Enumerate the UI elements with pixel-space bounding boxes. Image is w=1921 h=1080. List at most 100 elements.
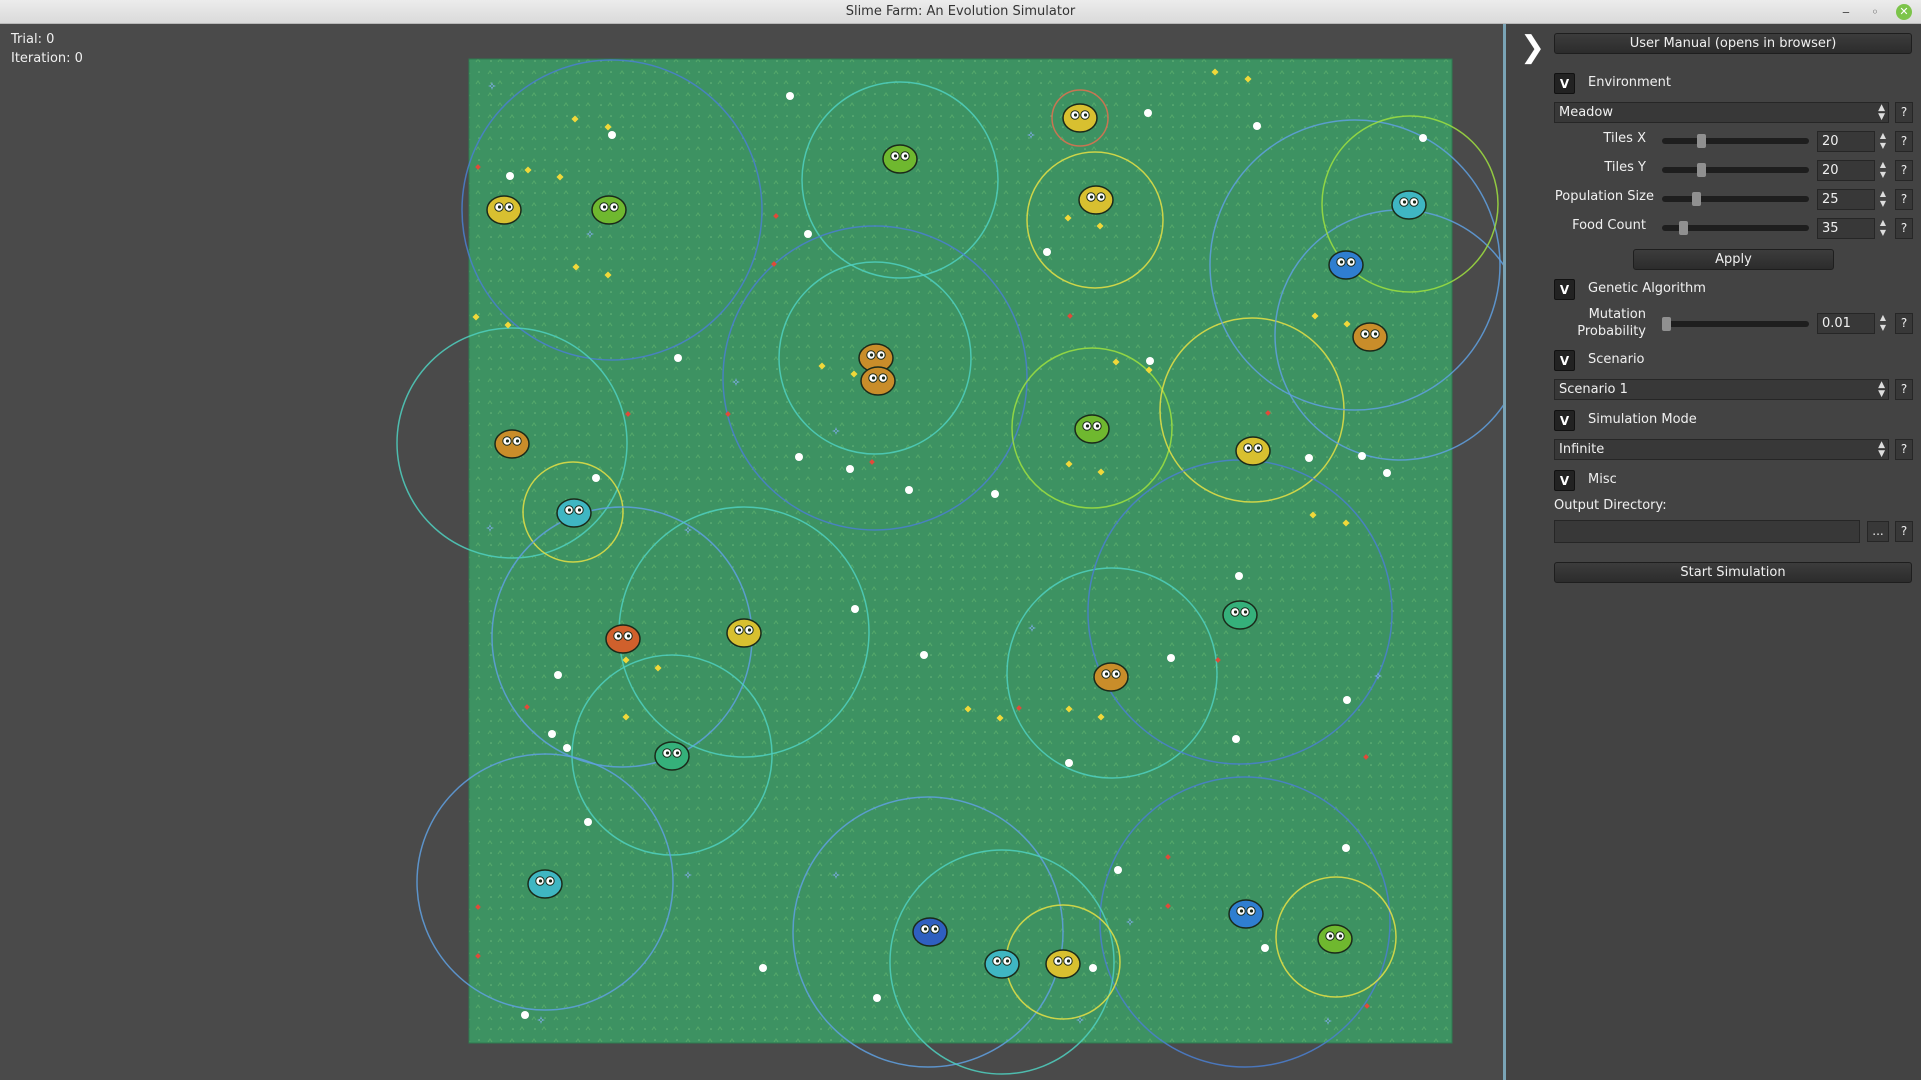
slime-creature [1074, 414, 1110, 444]
scenario-help-button[interactable]: ? [1895, 379, 1913, 400]
output-directory-help-button[interactable]: ? [1895, 521, 1913, 542]
slime-pupil-left [1239, 909, 1244, 913]
close-button[interactable]: ✕ [1896, 4, 1912, 20]
simulation-mode-select[interactable]: Infinite ▲ ▼ [1554, 439, 1889, 460]
scenario-section-toggle[interactable]: V [1554, 350, 1575, 371]
mutation-probability-slider[interactable] [1662, 317, 1809, 331]
tiles-y-slider-handle[interactable] [1697, 163, 1706, 177]
food-pellet [563, 744, 571, 752]
slime-body [882, 144, 918, 174]
mutation-probability-help-button[interactable]: ? [1895, 313, 1913, 334]
food-pellet [1383, 469, 1391, 477]
slime-body [527, 869, 563, 899]
slime-pupil-left [505, 439, 510, 443]
select-arrows-icon: ▲ ▼ [1878, 380, 1885, 399]
food-count-stepper-icon[interactable]: ▲ ▼ [1877, 218, 1889, 239]
population-size-slider[interactable] [1662, 192, 1809, 206]
food-count-slider-handle[interactable] [1679, 221, 1688, 235]
mutation-probability-spinbox[interactable]: 0.01 [1817, 313, 1875, 334]
tiles-x-spinbox[interactable]: 20 [1817, 131, 1875, 152]
food-pellet [1089, 964, 1097, 972]
mutation-probability-slider-handle[interactable] [1662, 317, 1671, 331]
tiles-x-slider-handle[interactable] [1697, 134, 1706, 148]
slime-body [860, 366, 896, 396]
scenario-select[interactable]: Scenario 1 ▲ ▼ [1554, 379, 1889, 400]
food-pellet [991, 490, 999, 498]
app-window: Slime Farm: An Evolution Simulator ‒ ◦ ✕… [0, 0, 1921, 1080]
food-pellet [1065, 759, 1073, 767]
environment-help-button[interactable]: ? [1895, 102, 1913, 123]
slime-creature [860, 366, 896, 396]
food-pellet [1146, 357, 1154, 365]
slime-pupil-left [737, 628, 742, 632]
misc-section-toggle[interactable]: V [1554, 470, 1575, 491]
apply-button[interactable]: Apply [1633, 249, 1834, 270]
slime-body [1045, 949, 1081, 979]
slime-pupil-left [497, 205, 502, 209]
slime-body [494, 429, 530, 459]
tiles-x-help-button[interactable]: ? [1895, 131, 1913, 152]
slime-body [1235, 436, 1271, 466]
start-simulation-button[interactable]: Start Simulation [1554, 562, 1912, 583]
user-manual-button[interactable]: User Manual (opens in browser) [1554, 33, 1912, 54]
tiles-x-slider[interactable] [1662, 134, 1809, 148]
maximize-button[interactable]: ◦ [1867, 4, 1883, 20]
slime-creature [605, 624, 641, 654]
minimize-button[interactable]: ‒ [1838, 4, 1854, 20]
slime-pupil-right [1114, 672, 1119, 676]
tiles-x-stepper-icon[interactable]: ▲ ▼ [1877, 131, 1889, 152]
slime-pupil-left [602, 205, 607, 209]
slime-pupil-right [515, 439, 520, 443]
simulation-mode-help-button[interactable]: ? [1895, 439, 1913, 460]
genetic-algorithm-section-toggle[interactable]: V [1554, 279, 1575, 300]
food-pellet [759, 964, 767, 972]
food-count-spinbox[interactable]: 35 [1817, 218, 1875, 239]
slime-pupil-left [923, 927, 928, 931]
food-pellet [920, 651, 928, 659]
tiles-y-spinbox[interactable]: 20 [1817, 160, 1875, 181]
slime-body [912, 917, 948, 947]
slime-creature [882, 144, 918, 174]
tiles-y-stepper-icon[interactable]: ▲ ▼ [1877, 160, 1889, 181]
simulation-mode-section-toggle[interactable]: V [1554, 410, 1575, 431]
slime-pupil-left [1089, 195, 1094, 199]
food-pellet [804, 230, 812, 238]
slime-pupil-left [1339, 260, 1344, 264]
slime-pupil-right [548, 879, 553, 883]
slime-creature [486, 195, 522, 225]
food-pellet [851, 605, 859, 613]
environment-section-toggle[interactable]: V [1554, 73, 1575, 94]
slime-body [984, 949, 1020, 979]
output-directory-input[interactable] [1554, 520, 1860, 543]
slime-creature [1391, 190, 1427, 220]
population-size-spinbox[interactable]: 25 [1817, 189, 1875, 210]
tiles-y-help-button[interactable]: ? [1895, 160, 1913, 181]
tiles-x-label: Tiles X [1603, 131, 1646, 146]
food-count-help-button[interactable]: ? [1895, 218, 1913, 239]
slime-creature [591, 195, 627, 225]
simulation-viewport [396, 58, 1503, 1075]
environment-select[interactable]: Meadow ▲ ▼ [1554, 102, 1889, 123]
iteration-counter: Iteration: 0 [11, 51, 83, 66]
slime-pupil-left [995, 959, 1000, 963]
slime-pupil-right [1005, 959, 1010, 963]
food-pellet [1232, 735, 1240, 743]
food-pellet [1235, 572, 1243, 580]
tiles-y-slider[interactable] [1662, 163, 1809, 177]
population-size-slider-handle[interactable] [1692, 192, 1701, 206]
slime-creature [1045, 949, 1081, 979]
food-pellet [592, 474, 600, 482]
browse-directory-button[interactable]: ... [1867, 521, 1889, 542]
scenario-section-label: Scenario [1588, 352, 1645, 367]
collapse-panel-chevron-icon[interactable]: ❯ [1520, 33, 1546, 64]
mutation-probability-stepper-icon[interactable]: ▲ ▼ [1877, 313, 1889, 334]
food-pellet [1144, 109, 1152, 117]
population-size-stepper-icon[interactable]: ▲ ▼ [1877, 189, 1889, 210]
population-size-help-button[interactable]: ? [1895, 189, 1913, 210]
food-count-slider[interactable] [1662, 221, 1809, 235]
slime-pupil-right [1066, 959, 1071, 963]
slime-pupil-right [933, 927, 938, 931]
slime-pupil-right [881, 376, 886, 380]
slime-pupil-right [675, 751, 680, 755]
food-pellet [786, 92, 794, 100]
